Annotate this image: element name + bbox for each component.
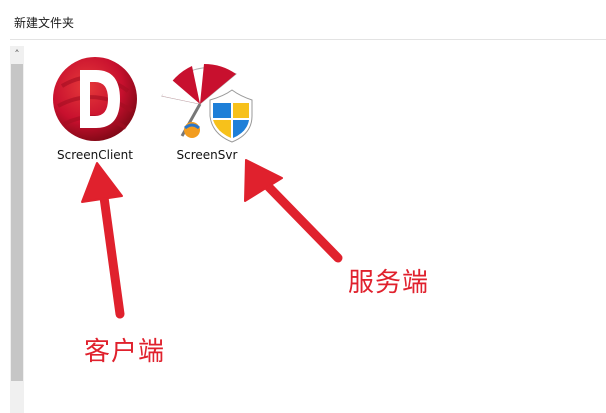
file-name[interactable]: ScreenSvr (152, 148, 262, 162)
file-item-screenclient[interactable]: ScreenClient (40, 56, 150, 162)
header-divider (10, 39, 606, 40)
screenclient-app-icon[interactable] (40, 56, 150, 146)
client-annotation-label: 客户端 (84, 337, 166, 367)
server-annotation-label: 服务端 (348, 268, 430, 298)
chevron-up-icon[interactable]: ˄ (10, 48, 24, 62)
scrollbar-thumb[interactable] (11, 64, 23, 381)
file-item-screensvr[interactable]: ScreenSvr (152, 56, 262, 162)
vertical-scrollbar[interactable]: ˄ (10, 46, 24, 413)
explorer-window: 新建文件夹 ˄ ScreenClient ScreenSvr 服务端 客户端 (0, 0, 606, 413)
folder-title: 新建文件夹 (14, 16, 75, 30)
screensaver-parasol-shield-icon[interactable] (152, 56, 262, 146)
file-name[interactable]: ScreenClient (40, 148, 150, 162)
